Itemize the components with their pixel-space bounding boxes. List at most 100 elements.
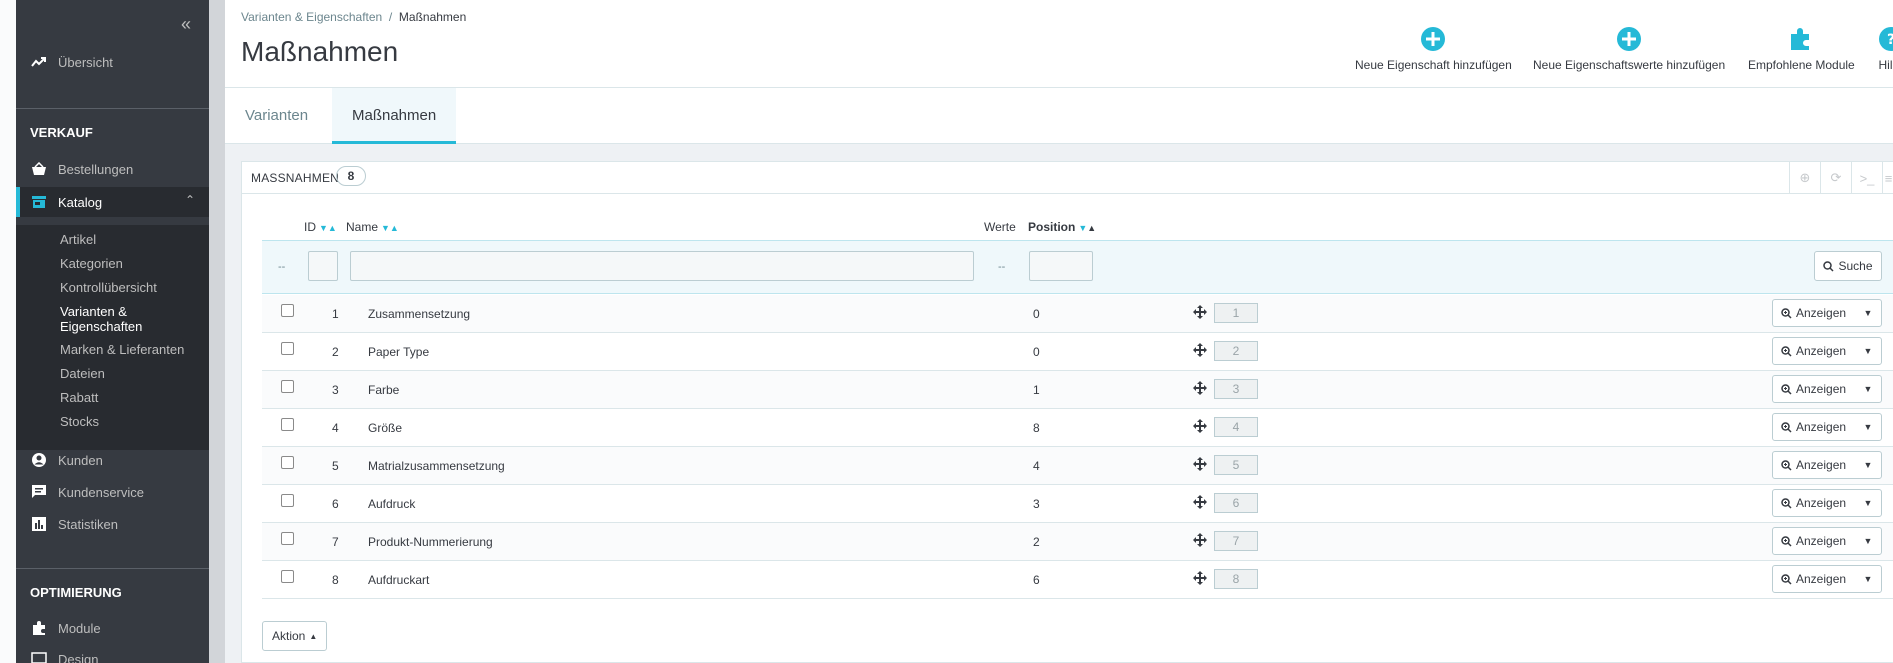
sidebar-item-overview[interactable]: Übersicht (16, 50, 209, 74)
drag-handle-icon[interactable] (1193, 495, 1207, 509)
submenu-item-brands[interactable]: Marken & Lieferanten (60, 342, 184, 357)
view-button[interactable]: Anzeigen (1773, 496, 1855, 510)
row-checkbox[interactable] (281, 418, 294, 431)
row-checkbox[interactable] (281, 494, 294, 507)
position-field: 6 (1214, 493, 1258, 513)
sidebar-item-stats[interactable]: Statistiken (16, 512, 209, 536)
view-action-group: Anzeigen ▼ (1772, 527, 1882, 555)
bulk-action-button[interactable]: Aktion ▲ (262, 621, 328, 651)
caret-down-icon[interactable]: ▼ (1855, 536, 1881, 546)
cell-values: 4 (1033, 459, 1040, 473)
cell-name: Produkt-Nummerierung (368, 535, 493, 549)
zoom-icon (1781, 497, 1792, 509)
tab-features[interactable]: Maßnahmen (332, 88, 457, 144)
cell-id: 1 (332, 307, 339, 321)
submenu-item-files[interactable]: Dateien (60, 366, 105, 381)
add-feature-label: Neue Eigenschaft hinzufügen (1355, 58, 1512, 72)
cell-name: Aufdruckart (368, 573, 430, 587)
view-button[interactable]: Anzeigen (1773, 344, 1855, 358)
submenu-item-attributes-features[interactable]: Varianten & Eigenschaften (60, 304, 142, 334)
caret-down-icon[interactable]: ▼ (1855, 384, 1881, 394)
drag-handle-icon[interactable] (1193, 457, 1207, 471)
cell-name: Größe (368, 421, 403, 435)
sidebar-item-design[interactable]: Design (16, 647, 209, 663)
drag-handle-icon[interactable] (1193, 571, 1207, 585)
view-button[interactable]: Anzeigen (1773, 382, 1855, 396)
recommended-modules-button[interactable]: Empfohlene Module (1748, 26, 1855, 72)
table-row: 4 Größe 8 4 Anzeigen ▼ (262, 409, 1893, 447)
view-button[interactable]: Anzeigen (1773, 420, 1855, 434)
submenu-item-products[interactable]: Artikel (60, 232, 96, 247)
add-feature-value-label: Neue Eigenschaftswerte hinzufügen (1533, 58, 1726, 72)
filter-placeholder: -- (278, 261, 286, 273)
row-checkbox[interactable] (281, 342, 294, 355)
caret-down-icon[interactable]: ▼ (1855, 460, 1881, 470)
drag-handle-icon[interactable] (1193, 419, 1207, 433)
caret-down-icon[interactable]: ▼ (1855, 498, 1881, 508)
breadcrumb-parent[interactable]: Varianten & Eigenschaften (241, 10, 382, 24)
database-icon[interactable]: ≡ (1882, 162, 1893, 194)
filter-placeholder: -- (998, 261, 1006, 273)
drag-handle-icon[interactable] (1193, 381, 1207, 395)
column-header-id[interactable]: ID ▼▲ (304, 220, 337, 234)
sort-icon[interactable]: ▼▲ (381, 223, 399, 233)
collapse-sidebar-icon[interactable]: « (181, 14, 191, 35)
help-button[interactable]: ? Hil (1878, 26, 1893, 72)
view-button[interactable]: Anzeigen (1773, 534, 1855, 548)
sidebar-divider (16, 568, 209, 569)
view-button[interactable]: Anzeigen (1773, 572, 1855, 586)
sql-query-icon[interactable]: >_ (1851, 162, 1882, 194)
add-new-icon[interactable]: ⊕ (1789, 162, 1820, 194)
view-action-group: Anzeigen ▼ (1772, 565, 1882, 593)
row-checkbox[interactable] (281, 456, 294, 469)
caret-down-icon[interactable]: ▼ (1855, 574, 1881, 584)
row-checkbox[interactable] (281, 304, 294, 317)
drag-handle-icon[interactable] (1193, 533, 1207, 547)
filter-position-input[interactable] (1029, 251, 1093, 281)
sidebar-item-customer-service[interactable]: Kundenservice (16, 480, 209, 504)
submenu-item-categories[interactable]: Kategorien (60, 256, 123, 271)
submenu-item-discounts[interactable]: Rabatt (60, 390, 98, 405)
filter-name-input[interactable] (350, 251, 974, 281)
row-checkbox[interactable] (281, 532, 294, 545)
zoom-icon (1781, 345, 1792, 357)
refresh-icon[interactable]: ⟳ (1820, 162, 1851, 194)
sidebar-item-customers[interactable]: Kunden (16, 448, 209, 472)
caret-down-icon[interactable]: ▼ (1855, 308, 1881, 318)
search-button[interactable]: Suche (1814, 251, 1882, 281)
add-feature-value-button[interactable]: Neue Eigenschaftswerte hinzufügen (1533, 26, 1725, 72)
sidebar-item-modules[interactable]: Module (16, 616, 209, 640)
caret-down-icon[interactable]: ▼ (1855, 346, 1881, 356)
scrollbar-track[interactable] (209, 0, 225, 663)
sort-icon[interactable]: ▼▲ (319, 223, 337, 233)
column-header-name[interactable]: Name ▼▲ (346, 220, 399, 234)
table-row: 2 Paper Type 0 2 Anzeigen ▼ (262, 333, 1893, 371)
panel-title: MASSNAHMEN (251, 171, 340, 185)
view-button[interactable]: Anzeigen (1773, 458, 1855, 472)
filter-id-input[interactable] (308, 251, 338, 281)
submenu-item-monitoring[interactable]: Kontrollübersicht (60, 280, 157, 295)
submenu-item-stocks[interactable]: Stocks (60, 414, 99, 429)
view-button[interactable]: Anzeigen (1773, 306, 1855, 320)
sidebar: « Übersicht VERKAUF Bestellungen Katalog… (16, 0, 209, 663)
row-checkbox[interactable] (281, 380, 294, 393)
column-header-position[interactable]: Position ▼▲ (1028, 220, 1096, 234)
drag-handle-icon[interactable] (1193, 343, 1207, 357)
add-feature-button[interactable]: Neue Eigenschaft hinzufügen (1355, 26, 1512, 72)
column-label: Position (1028, 220, 1076, 234)
help-circle-icon: ? (1879, 27, 1893, 51)
sidebar-item-orders[interactable]: Bestellungen (16, 157, 209, 181)
cell-id: 6 (332, 497, 339, 511)
cell-id: 8 (332, 573, 339, 587)
tab-variants[interactable]: Varianten (225, 88, 328, 144)
sidebar-item-catalog[interactable]: Katalog ⌃ (16, 187, 209, 217)
drag-handle-icon[interactable] (1193, 305, 1207, 319)
table-row: 3 Farbe 1 3 Anzeigen ▼ (262, 371, 1893, 409)
row-checkbox[interactable] (281, 570, 294, 583)
basket-icon (30, 160, 48, 178)
breadcrumb: Varianten & Eigenschaften / Maßnahmen (241, 10, 466, 24)
caret-down-icon[interactable]: ▼ (1855, 422, 1881, 432)
cell-id: 7 (332, 535, 339, 549)
help-label: Hil (1878, 58, 1893, 72)
sort-icon[interactable]: ▼▲ (1078, 223, 1096, 233)
